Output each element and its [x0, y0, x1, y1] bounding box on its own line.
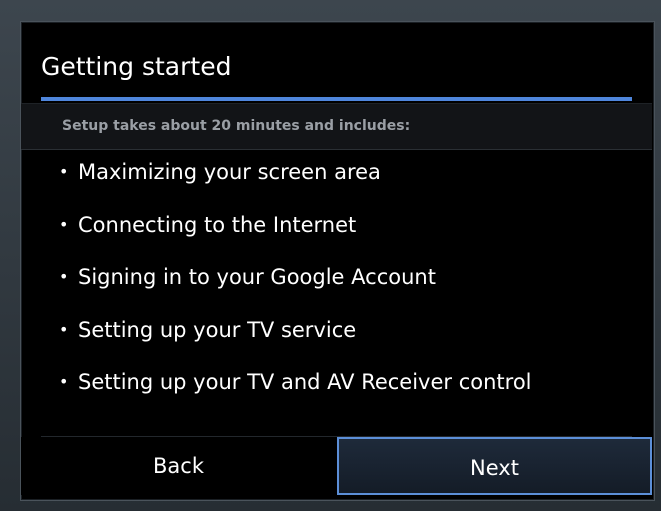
subheader-text: Setup takes about 20 minutes and include… [62, 118, 411, 134]
list-item-label: Maximizing your screen area [78, 160, 381, 184]
back-button[interactable]: Back [21, 437, 336, 495]
bullet-icon: • [59, 267, 69, 286]
list-item-label: Connecting to the Internet [78, 212, 357, 237]
dialog-title: Getting started [41, 52, 232, 81]
bullet-icon: • [59, 214, 69, 234]
list-item-label: Signing in to your Google Account [78, 265, 436, 289]
subheader-bar: Setup takes about 20 minutes and include… [21, 103, 652, 150]
list-item: • Setting up your TV service [21, 306, 652, 359]
bullet-icon: • [59, 319, 69, 339]
list-item: • Setting up your TV and AV Receiver con… [21, 358, 652, 411]
list-item-label: Setting up your TV service [78, 317, 357, 342]
bullet-icon: • [59, 372, 69, 391]
bullet-icon: • [59, 162, 69, 181]
title-divider [41, 97, 632, 101]
list-item: • Connecting to the Internet [21, 201, 652, 254]
list-item: • Maximizing your screen area [21, 148, 652, 201]
setup-steps-list: • Maximizing your screen area • Connecti… [21, 148, 652, 411]
list-item-label: Setting up your TV and AV Receiver contr… [78, 370, 532, 394]
list-item: • Signing in to your Google Account [21, 253, 652, 306]
next-button[interactable]: Next [337, 437, 652, 495]
